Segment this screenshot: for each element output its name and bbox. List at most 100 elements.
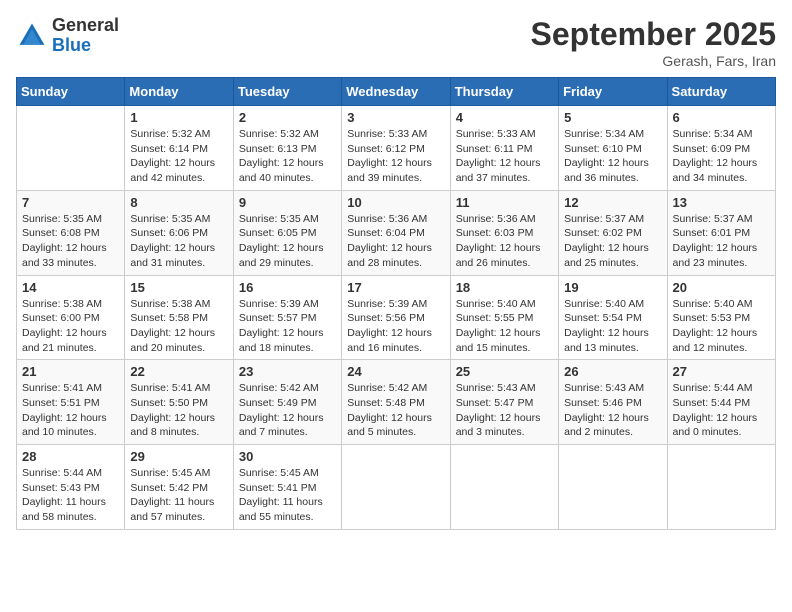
day-number: 19 (564, 280, 661, 295)
calendar-cell: 13 Sunrise: 5:37 AM Sunset: 6:01 PM Dayli… (667, 190, 775, 275)
day-number: 4 (456, 110, 553, 125)
day-number: 20 (673, 280, 770, 295)
calendar-week-3: 14Sunrise: 5:38 AM Sunset: 6:00 PM Dayli… (17, 275, 776, 360)
day-info: Sunrise: 5:44 AM Sunset: 5:43 PM Dayligh… (22, 466, 119, 525)
calendar-cell: 25 Sunrise: 5:43 AM Sunset: 5:47 PM Dayli… (450, 360, 558, 445)
day-number: 18 (456, 280, 553, 295)
calendar-cell (17, 106, 125, 191)
day-info: Sunrise: 5:41 AM Sunset: 5:51 PM Dayligh… (22, 381, 119, 440)
day-info: Sunrise: 5:36 AM Sunset: 6:03 PM Dayligh… (456, 212, 553, 271)
calendar-cell: 9 Sunrise: 5:35 AM Sunset: 6:05 PM Daylig… (233, 190, 341, 275)
calendar-cell (559, 445, 667, 530)
logo-general: General (52, 15, 119, 35)
weekday-header-friday: Friday (559, 78, 667, 106)
day-info: Sunrise: 5:35 AM Sunset: 6:08 PM Dayligh… (22, 212, 119, 271)
calendar-cell: 21 Sunrise: 5:41 AM Sunset: 5:51 PM Dayli… (17, 360, 125, 445)
calendar-cell (450, 445, 558, 530)
calendar-week-1: 1Sunrise: 5:32 AM Sunset: 6:14 PM Daylig… (17, 106, 776, 191)
day-number: 24 (347, 364, 444, 379)
calendar-cell: 26 Sunrise: 5:43 AM Sunset: 5:46 PM Dayli… (559, 360, 667, 445)
calendar-cell: 1Sunrise: 5:32 AM Sunset: 6:14 PM Daylig… (125, 106, 233, 191)
calendar-cell: 27Sunrise: 5:44 AM Sunset: 5:44 PM Dayli… (667, 360, 775, 445)
weekday-header-sunday: Sunday (17, 78, 125, 106)
calendar-cell: 24Sunrise: 5:42 AM Sunset: 5:48 PM Dayli… (342, 360, 450, 445)
day-info: Sunrise: 5:45 AM Sunset: 5:42 PM Dayligh… (130, 466, 227, 525)
calendar-cell: 17Sunrise: 5:39 AM Sunset: 5:56 PM Dayli… (342, 275, 450, 360)
day-info: Sunrise: 5:40 AM Sunset: 5:53 PM Dayligh… (673, 297, 770, 356)
day-info: Sunrise: 5:45 AM Sunset: 5:41 PM Dayligh… (239, 466, 336, 525)
calendar-cell: 18 Sunrise: 5:40 AM Sunset: 5:55 PM Dayli… (450, 275, 558, 360)
day-number: 3 (347, 110, 444, 125)
day-number: 9 (239, 195, 336, 210)
logo: General Blue (16, 16, 119, 56)
calendar-week-2: 7 Sunrise: 5:35 AM Sunset: 6:08 PM Daylig… (17, 190, 776, 275)
day-info: Sunrise: 5:41 AM Sunset: 5:50 PM Dayligh… (130, 381, 227, 440)
weekday-header-saturday: Saturday (667, 78, 775, 106)
calendar-cell: 22Sunrise: 5:41 AM Sunset: 5:50 PM Dayli… (125, 360, 233, 445)
calendar-cell: 6 Sunrise: 5:34 AM Sunset: 6:09 PM Daylig… (667, 106, 775, 191)
day-info: Sunrise: 5:36 AM Sunset: 6:04 PM Dayligh… (347, 212, 444, 271)
day-number: 6 (673, 110, 770, 125)
day-number: 8 (130, 195, 227, 210)
calendar-cell: 4 Sunrise: 5:33 AM Sunset: 6:11 PM Daylig… (450, 106, 558, 191)
calendar-cell: 5Sunrise: 5:34 AM Sunset: 6:10 PM Daylig… (559, 106, 667, 191)
calendar-cell: 28 Sunrise: 5:44 AM Sunset: 5:43 PM Dayli… (17, 445, 125, 530)
day-info: Sunrise: 5:33 AM Sunset: 6:12 PM Dayligh… (347, 127, 444, 186)
calendar-body: 1Sunrise: 5:32 AM Sunset: 6:14 PM Daylig… (17, 106, 776, 530)
calendar-cell (667, 445, 775, 530)
day-number: 14 (22, 280, 119, 295)
day-number: 15 (130, 280, 227, 295)
day-info: Sunrise: 5:43 AM Sunset: 5:47 PM Dayligh… (456, 381, 553, 440)
calendar-cell: 14Sunrise: 5:38 AM Sunset: 6:00 PM Dayli… (17, 275, 125, 360)
calendar-cell: 3 Sunrise: 5:33 AM Sunset: 6:12 PM Daylig… (342, 106, 450, 191)
calendar-cell: 20 Sunrise: 5:40 AM Sunset: 5:53 PM Dayli… (667, 275, 775, 360)
day-number: 21 (22, 364, 119, 379)
day-info: Sunrise: 5:37 AM Sunset: 6:02 PM Dayligh… (564, 212, 661, 271)
day-info: Sunrise: 5:40 AM Sunset: 5:55 PM Dayligh… (456, 297, 553, 356)
calendar-cell (342, 445, 450, 530)
month-title: September 2025 (531, 16, 776, 53)
day-info: Sunrise: 5:33 AM Sunset: 6:11 PM Dayligh… (456, 127, 553, 186)
day-number: 23 (239, 364, 336, 379)
calendar-cell: 11Sunrise: 5:36 AM Sunset: 6:03 PM Dayli… (450, 190, 558, 275)
logo-icon (16, 20, 48, 52)
calendar-cell: 30 Sunrise: 5:45 AM Sunset: 5:41 PM Dayli… (233, 445, 341, 530)
title-block: September 2025 Gerash, Fars, Iran (531, 16, 776, 69)
day-number: 12 (564, 195, 661, 210)
page-header: General Blue September 2025 Gerash, Fars… (16, 16, 776, 69)
day-info: Sunrise: 5:43 AM Sunset: 5:46 PM Dayligh… (564, 381, 661, 440)
day-info: Sunrise: 5:40 AM Sunset: 5:54 PM Dayligh… (564, 297, 661, 356)
calendar-cell: 8Sunrise: 5:35 AM Sunset: 6:06 PM Daylig… (125, 190, 233, 275)
weekday-header-monday: Monday (125, 78, 233, 106)
calendar-cell: 23 Sunrise: 5:42 AM Sunset: 5:49 PM Dayli… (233, 360, 341, 445)
calendar-cell: 15 Sunrise: 5:38 AM Sunset: 5:58 PM Dayli… (125, 275, 233, 360)
day-number: 13 (673, 195, 770, 210)
day-info: Sunrise: 5:34 AM Sunset: 6:09 PM Dayligh… (673, 127, 770, 186)
weekday-header-thursday: Thursday (450, 78, 558, 106)
weekday-header-wednesday: Wednesday (342, 78, 450, 106)
calendar-week-5: 28 Sunrise: 5:44 AM Sunset: 5:43 PM Dayli… (17, 445, 776, 530)
day-number: 29 (130, 449, 227, 464)
day-number: 30 (239, 449, 336, 464)
day-number: 10 (347, 195, 444, 210)
day-number: 7 (22, 195, 119, 210)
day-number: 2 (239, 110, 336, 125)
day-number: 26 (564, 364, 661, 379)
day-info: Sunrise: 5:35 AM Sunset: 6:05 PM Dayligh… (239, 212, 336, 271)
calendar-cell: 29 Sunrise: 5:45 AM Sunset: 5:42 PM Dayli… (125, 445, 233, 530)
day-number: 5 (564, 110, 661, 125)
weekday-header-tuesday: Tuesday (233, 78, 341, 106)
calendar-cell: 2Sunrise: 5:32 AM Sunset: 6:13 PM Daylig… (233, 106, 341, 191)
day-info: Sunrise: 5:32 AM Sunset: 6:14 PM Dayligh… (130, 127, 227, 186)
day-number: 25 (456, 364, 553, 379)
calendar-cell: 7 Sunrise: 5:35 AM Sunset: 6:08 PM Daylig… (17, 190, 125, 275)
logo-blue: Blue (52, 35, 91, 55)
day-number: 28 (22, 449, 119, 464)
day-info: Sunrise: 5:42 AM Sunset: 5:49 PM Dayligh… (239, 381, 336, 440)
day-info: Sunrise: 5:38 AM Sunset: 5:58 PM Dayligh… (130, 297, 227, 356)
day-number: 27 (673, 364, 770, 379)
day-info: Sunrise: 5:37 AM Sunset: 6:01 PM Dayligh… (673, 212, 770, 271)
day-info: Sunrise: 5:39 AM Sunset: 5:56 PM Dayligh… (347, 297, 444, 356)
day-number: 16 (239, 280, 336, 295)
weekday-header-row: SundayMondayTuesdayWednesdayThursdayFrid… (17, 78, 776, 106)
